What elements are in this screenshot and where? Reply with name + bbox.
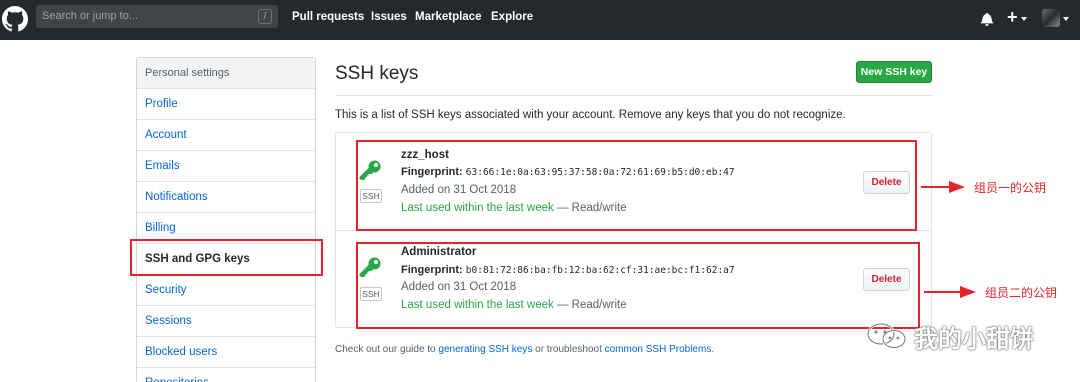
annotation-highlight-box bbox=[356, 140, 917, 231]
annotation-arrow-icon bbox=[924, 286, 976, 298]
title-divider bbox=[335, 95, 932, 96]
common-ssh-problems-link[interactable]: common SSH Problems bbox=[605, 344, 712, 355]
annotation-highlight-box bbox=[130, 239, 323, 276]
help-note: Check out our guide to generating SSH ke… bbox=[335, 344, 714, 355]
help-middle: or troubleshoot bbox=[532, 344, 605, 355]
watermark: 我的小甜饼 bbox=[866, 317, 1056, 353]
create-dropdown-caret-icon[interactable] bbox=[1021, 17, 1027, 21]
search-input[interactable]: Search or jump to... bbox=[36, 5, 278, 28]
annotation-label: 组员二的公钥 bbox=[985, 286, 1058, 300]
nav-explore[interactable]: Explore bbox=[491, 11, 533, 23]
wechat-icon bbox=[866, 323, 907, 349]
sidebar-item-sessions[interactable]: Sessions bbox=[137, 306, 315, 337]
sidebar-item-notifications[interactable]: Notifications bbox=[137, 182, 315, 213]
annotation-arrow-icon bbox=[921, 181, 965, 193]
sidebar-item-security[interactable]: Security bbox=[137, 275, 315, 306]
watermark-text: 我的小甜饼 bbox=[914, 326, 1034, 353]
help-prefix: Check out our guide to bbox=[335, 344, 439, 355]
notification-bell-icon[interactable] bbox=[980, 12, 994, 26]
github-logo-icon[interactable] bbox=[2, 6, 28, 32]
sidebar-item-blocked-users[interactable]: Blocked users bbox=[137, 337, 315, 368]
generating-ssh-keys-link[interactable]: generating SSH keys bbox=[438, 344, 532, 355]
search-shortcut-hint: / bbox=[258, 9, 272, 24]
sidebar-heading: Personal settings bbox=[137, 58, 315, 89]
profile-dropdown-caret-icon[interactable] bbox=[1063, 17, 1069, 21]
help-suffix: . bbox=[711, 344, 715, 355]
nav-pull-requests[interactable]: Pull requests bbox=[292, 11, 364, 23]
annotation-highlight-box bbox=[356, 242, 920, 329]
create-new-icon[interactable]: + bbox=[1007, 7, 1018, 28]
nav-issues[interactable]: Issues bbox=[371, 11, 407, 23]
intro-text: This is a list of SSH keys associated wi… bbox=[335, 109, 846, 121]
sidebar-item-account[interactable]: Account bbox=[137, 120, 315, 151]
settings-sidebar: Personal settings Profile Account Emails… bbox=[136, 57, 316, 382]
avatar[interactable] bbox=[1042, 9, 1060, 27]
new-ssh-key-button[interactable]: New SSH key bbox=[856, 61, 932, 83]
search-placeholder: Search or jump to... bbox=[42, 10, 138, 22]
sidebar-item-repositories[interactable]: Repositories bbox=[137, 368, 315, 382]
top-header: Search or jump to... / Pull requests Iss… bbox=[0, 0, 1080, 40]
nav-marketplace[interactable]: Marketplace bbox=[415, 11, 481, 23]
sidebar-item-emails[interactable]: Emails bbox=[137, 151, 315, 182]
annotation-label: 组员一的公钥 bbox=[974, 181, 1047, 195]
page-title: SSH keys bbox=[335, 63, 419, 84]
sidebar-item-profile[interactable]: Profile bbox=[137, 89, 315, 120]
